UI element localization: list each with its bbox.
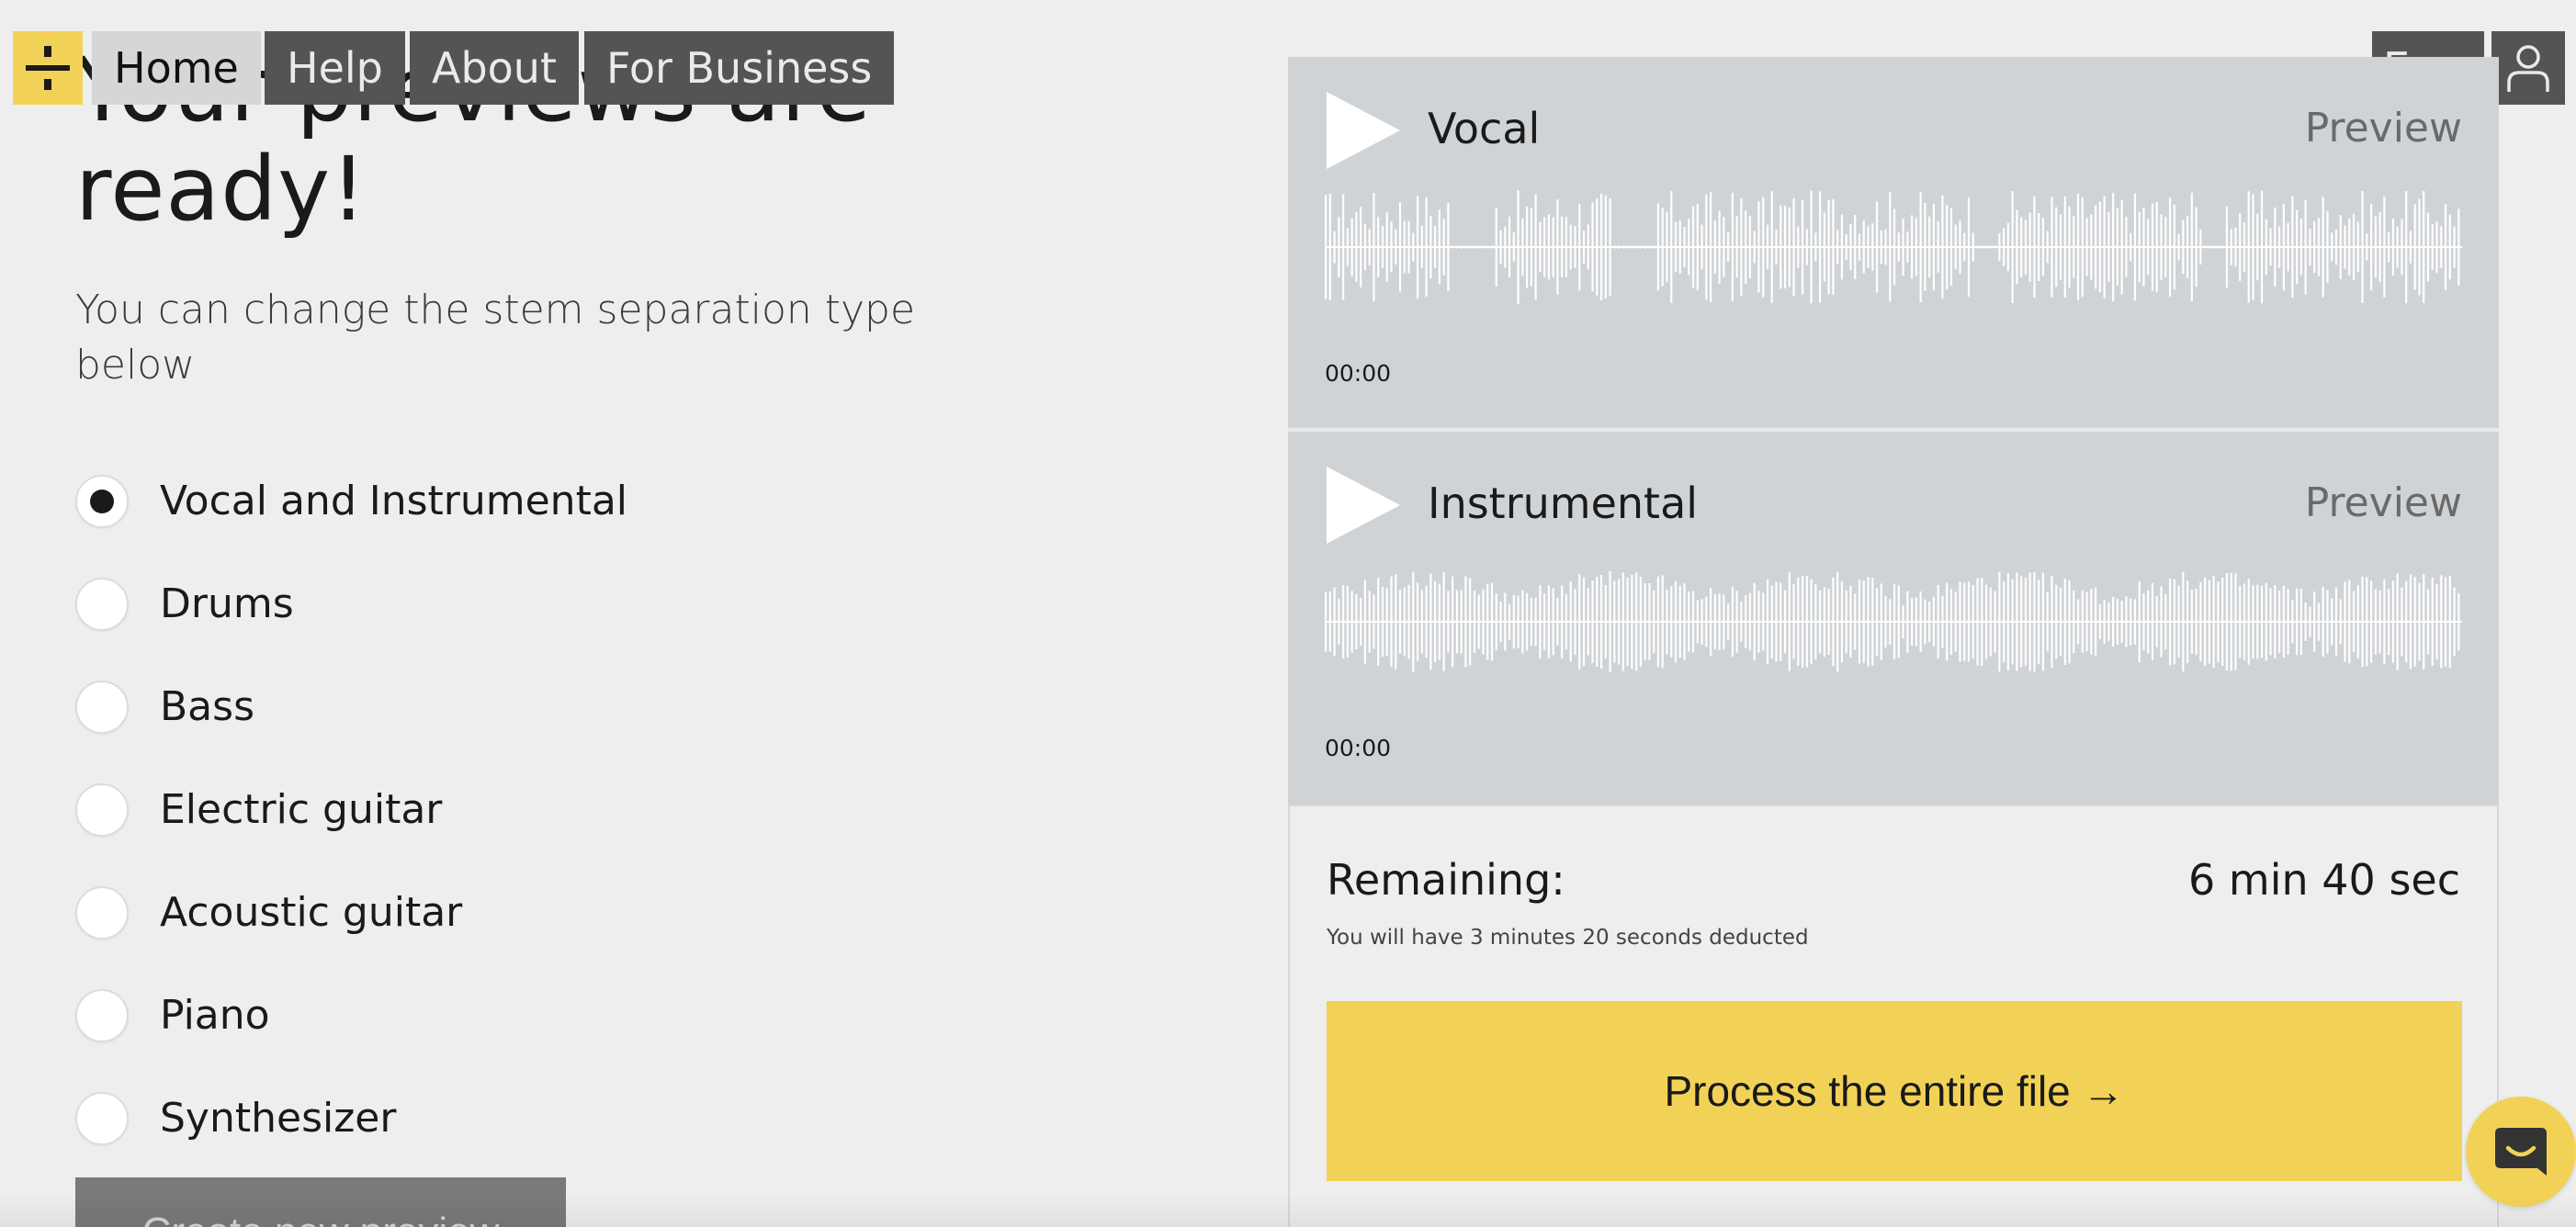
radio-button[interactable] xyxy=(75,681,129,734)
track-vocal: Vocal Preview 00:00 xyxy=(1288,57,2499,430)
option-label: Acoustic guitar xyxy=(160,889,463,936)
option-acoustic-guitar[interactable]: Acoustic guitar xyxy=(75,861,627,964)
nav-home[interactable]: Home xyxy=(92,31,261,105)
process-entire-file-button[interactable]: Process the entire file → xyxy=(1327,1001,2462,1181)
option-vocal-and-instrumental[interactable]: Vocal and Instrumental xyxy=(75,450,627,553)
waveform[interactable] xyxy=(1325,187,2462,307)
option-synthesizer[interactable]: Synthesizer xyxy=(75,1067,627,1170)
divide-icon xyxy=(26,46,70,90)
page: Your previews are ready! You can change … xyxy=(0,0,2576,1227)
radio-button[interactable] xyxy=(75,475,129,528)
deduction-note: You will have 3 minutes 20 seconds deduc… xyxy=(1327,926,1809,950)
option-label: Drums xyxy=(160,580,294,627)
option-label: Electric guitar xyxy=(160,786,443,833)
user-account-button[interactable] xyxy=(2491,31,2565,105)
nav-for-business[interactable]: For Business xyxy=(584,31,895,105)
track-name: Instrumental xyxy=(1428,478,1699,528)
radio-button[interactable] xyxy=(75,989,129,1042)
option-electric-guitar[interactable]: Electric guitar xyxy=(75,759,627,861)
chat-button[interactable] xyxy=(2466,1097,2576,1207)
track-time: 00:00 xyxy=(1325,360,1392,387)
option-label: Bass xyxy=(160,683,254,730)
option-drums[interactable]: Drums xyxy=(75,553,627,656)
radio-button[interactable] xyxy=(75,1092,129,1145)
radio-selected-dot xyxy=(90,490,114,513)
option-bass[interactable]: Bass xyxy=(75,656,627,759)
waveform[interactable] xyxy=(1325,562,2462,681)
play-icon[interactable] xyxy=(1325,465,1402,546)
track-instrumental: Instrumental Preview 00:00 xyxy=(1288,432,2499,805)
create-new-preview-button[interactable]: Create new preview xyxy=(75,1177,566,1227)
waveform-baseline xyxy=(1325,246,2462,248)
page-subtitle: You can change the stem separation type … xyxy=(75,287,916,388)
option-label: Piano xyxy=(160,992,270,1039)
nav-help[interactable]: Help xyxy=(265,31,405,105)
separation-type-options: Vocal and Instrumental Drums Bass Electr… xyxy=(75,450,627,1170)
track-preview-label: Preview xyxy=(2304,479,2462,526)
processing-summary: Remaining: 6 min 40 sec You will have 3 … xyxy=(1288,805,2499,1227)
track-time: 00:00 xyxy=(1325,735,1392,761)
track-name: Vocal xyxy=(1428,104,1541,153)
remaining-label: Remaining: xyxy=(1327,855,1565,905)
option-piano[interactable]: Piano xyxy=(75,964,627,1067)
play-icon[interactable] xyxy=(1325,90,1402,171)
track-preview-label: Preview xyxy=(2304,105,2462,152)
radio-button[interactable] xyxy=(75,886,129,940)
option-label: Synthesizer xyxy=(160,1095,397,1142)
nav-about[interactable]: About xyxy=(410,31,580,105)
waveform-baseline xyxy=(1325,621,2462,623)
radio-button[interactable] xyxy=(75,783,129,837)
radio-button[interactable] xyxy=(75,578,129,631)
remaining-value: 6 min 40 sec xyxy=(2188,855,2460,905)
user-icon xyxy=(2507,45,2549,92)
chat-icon xyxy=(2495,1128,2547,1176)
logo[interactable] xyxy=(13,31,83,105)
option-label: Vocal and Instrumental xyxy=(160,478,628,524)
